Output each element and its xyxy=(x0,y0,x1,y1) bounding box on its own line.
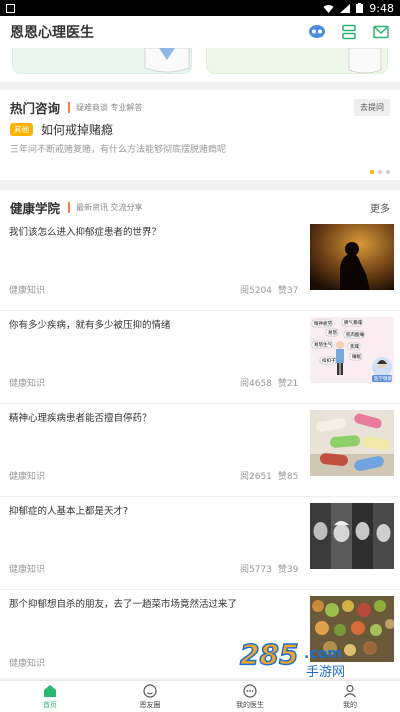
illustration-word: 焦躁 xyxy=(350,343,359,350)
article-likes: 赞37 xyxy=(277,286,299,296)
status-time: 9:48 xyxy=(369,1,394,15)
tab-label: 我的 xyxy=(343,700,357,709)
article-title: 那个抑郁想自杀的朋友，去了一趟菜市场竟然活过来了 xyxy=(9,599,238,610)
article-title: 我们该怎么进入抑郁症患者的世界？ xyxy=(9,227,162,238)
article-category: 健康知识 xyxy=(9,659,46,669)
notification-icon xyxy=(6,3,15,13)
tab-label: 恩友圈 xyxy=(139,700,161,709)
article-reads: 阅2651 xyxy=(240,472,272,482)
illustration-word: 易怒生气 xyxy=(314,341,332,348)
article-title: 抑郁症的人基本上都是天才? xyxy=(9,506,129,517)
article-thumbnail xyxy=(310,596,394,662)
hot-consult-section: 热门咨询 疑难商谈 专业解答 去提问 其他 如何戒掉赌瘾 三年间不断戒赌复赌，有… xyxy=(0,90,400,180)
tab-my-doctor[interactable]: 我的医生 xyxy=(200,681,300,712)
hot-consult-title: 热门咨询 xyxy=(10,100,61,116)
article-item[interactable]: 精神心理疾病患者能否擅自停药？ 健康知识 阅2651 赞85 xyxy=(0,404,400,497)
article-likes: 赞21 xyxy=(277,379,299,389)
article-item[interactable]: 你有多少疾病，就有多少被压抑的情绪 健康知识 阅4658 赞21 精神疲劳 脾气暴… xyxy=(0,311,400,404)
article-title: 你有多少疾病，就有多少被压抑的情绪 xyxy=(9,320,171,331)
health-academy-subtitle: 最新资讯 交流分享 xyxy=(76,202,143,212)
illustration-word: 易怒 xyxy=(328,329,337,336)
article-category: 健康知识 xyxy=(9,379,46,389)
mail-icon[interactable] xyxy=(372,23,390,41)
tab-me[interactable]: 我的 xyxy=(300,681,400,712)
illustration-word: 肌肉酸痛 xyxy=(346,331,364,338)
article-category: 健康知识 xyxy=(9,286,46,296)
article-thumbnail xyxy=(310,410,394,476)
article-item[interactable]: 那个抑郁想自杀的朋友，去了一趟菜市场竟然活过来了 健康知识 xyxy=(0,590,400,683)
health-academy-title: 健康学院 xyxy=(10,200,61,216)
hot-question[interactable]: 其他 如何戒掉赌瘾 xyxy=(0,120,400,138)
counselor-image xyxy=(348,48,382,74)
chat-bubble-icon[interactable] xyxy=(308,23,326,41)
illustration-word: 睡眠 xyxy=(352,353,361,360)
layers-icon[interactable] xyxy=(340,23,358,41)
illustration-word: 医学健康 xyxy=(374,375,392,382)
section-divider xyxy=(68,101,71,113)
illustration-word: 精神疲劳 xyxy=(314,320,332,327)
signal-icon xyxy=(340,3,351,13)
article-category: 健康知识 xyxy=(9,472,46,482)
health-academy-section: 健康学院 最新资讯 交流分享 更多 我们该怎么进入抑郁症患者的世界？ 健康知识 … xyxy=(0,190,400,678)
article-category: 健康知识 xyxy=(9,565,46,575)
wifi-icon xyxy=(323,4,334,13)
article-reads: 阅4658 xyxy=(240,379,272,389)
app-header: 恩恩心理医生 xyxy=(0,16,400,48)
banner-card-doctor[interactable] xyxy=(12,48,192,74)
banner-carousel[interactable] xyxy=(0,48,400,82)
section-divider xyxy=(68,201,71,213)
banner-card-counselor[interactable] xyxy=(206,48,388,74)
ask-question-button[interactable]: 去提问 xyxy=(354,98,390,116)
home-icon xyxy=(44,684,56,697)
question-tag: 其他 xyxy=(10,122,33,136)
article-title: 精神心理疾病患者能否擅自停药？ xyxy=(9,413,152,424)
tab-friends[interactable]: 恩友圈 xyxy=(100,681,200,712)
doctor-image xyxy=(144,48,190,73)
article-likes: 赞85 xyxy=(277,472,299,482)
user-icon xyxy=(344,684,356,697)
article-thumbnail xyxy=(310,503,394,569)
hot-consult-subtitle: 疑难商谈 专业解答 xyxy=(76,102,143,112)
status-bar: 9:48 xyxy=(0,0,400,16)
illustration-word: 扣扣子 xyxy=(322,357,336,364)
question-title: 如何戒掉赌瘾 xyxy=(41,122,114,137)
more-link[interactable]: 更多 xyxy=(370,200,390,215)
carousel-dot-active[interactable] xyxy=(370,170,374,174)
article-thumbnail: 精神疲劳 脾气暴躁 易怒 肌肉酸痛 易怒生气 焦躁 睡眠 扣扣子 医学健康 xyxy=(310,317,394,383)
article-reads: 阅5773 xyxy=(240,565,272,575)
carousel-dots xyxy=(370,170,390,174)
tab-label: 我的医生 xyxy=(236,700,264,709)
article-item[interactable]: 抑郁症的人基本上都是天才? 健康知识 阅5773 赞39 xyxy=(0,497,400,590)
article-item[interactable]: 我们该怎么进入抑郁症患者的世界？ 健康知识 阅5204 赞37 xyxy=(0,218,400,311)
article-reads: 阅5204 xyxy=(240,286,272,296)
carousel-dot[interactable] xyxy=(378,170,382,174)
carousel-dot[interactable] xyxy=(386,170,390,174)
app-title: 恩恩心理医生 xyxy=(10,25,94,41)
bottom-tab-bar: 首页 恩友圈 我的医生 我的 xyxy=(0,680,400,712)
tab-home[interactable]: 首页 xyxy=(0,681,100,712)
illustration-word: 脾气暴躁 xyxy=(344,319,362,326)
tab-label: 首页 xyxy=(43,700,57,709)
chat-dots-icon xyxy=(243,683,257,698)
question-description: 三年间不断戒赌复赌，有什么方法能够彻底摆脱赌瘾呢 xyxy=(10,145,227,155)
battery-icon xyxy=(356,3,364,13)
smile-icon xyxy=(143,683,157,698)
article-thumbnail xyxy=(310,224,394,290)
article-likes: 赞39 xyxy=(277,565,299,575)
